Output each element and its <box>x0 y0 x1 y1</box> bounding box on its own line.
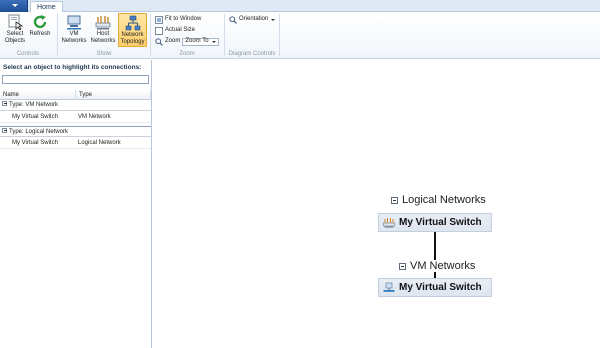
group-label: Type: VM Network <box>9 102 59 108</box>
orientation-dropdown[interactable]: Orientation <box>229 15 276 24</box>
zoom-dropdown-value: Zoom To <box>185 38 209 44</box>
search-input[interactable] <box>2 75 149 84</box>
select-objects-icon <box>8 14 23 30</box>
refresh-icon <box>33 15 47 29</box>
cell-name: My Virtual Switch <box>12 140 58 146</box>
diagram-controls-group: Orientation Diagram Controls <box>225 12 279 59</box>
vm-network-node[interactable]: My Virtual Switch <box>378 278 492 297</box>
logical-networks-title: Logical Networks <box>402 194 486 206</box>
cell-type: Logical Network <box>78 140 121 146</box>
show-group-label: Show <box>96 51 112 57</box>
logical-network-node-label: My Virtual Switch <box>399 217 482 228</box>
column-header-type[interactable]: Type <box>76 90 151 100</box>
actual-size-icon <box>155 26 163 35</box>
zoom-label: Zoom <box>165 38 181 44</box>
chevron-down-icon <box>271 18 276 21</box>
host-networks-label: Host Networks <box>90 31 116 44</box>
chevron-down-icon <box>211 40 216 43</box>
network-topology-icon <box>125 15 140 31</box>
ribbon: Select Objects Refresh Controls VM Netwo… <box>0 12 600 59</box>
object-list-panel: Select an object to highlight its connec… <box>0 60 152 348</box>
magnifier-icon <box>229 15 237 24</box>
diagram-controls-group-label: Diagram Controls <box>228 51 276 57</box>
vm-networks-title: VM Networks <box>410 260 476 272</box>
chevron-down-icon <box>12 4 18 7</box>
fit-to-window-button[interactable]: Fit to Window <box>155 15 201 24</box>
show-group: VM Networks Host Networks Network Topolo… <box>58 12 150 59</box>
column-header-name[interactable]: Name <box>0 90 76 100</box>
controls-group-label: Controls <box>16 51 40 57</box>
fit-to-window-icon <box>155 15 163 24</box>
topology-diagram[interactable]: Logical Networks My Virtual Switch VM Ne… <box>153 60 600 348</box>
group-label: Type: Logical Network <box>9 129 69 135</box>
collapse-icon[interactable] <box>391 196 398 204</box>
vm-networks-label: VM Networks <box>61 31 87 44</box>
host-networks-button[interactable]: Host Networks <box>89 14 117 44</box>
vm-networks-icon <box>383 282 395 292</box>
controls-group: Select Objects Refresh Controls <box>0 12 56 59</box>
vm-networks-button[interactable]: VM Networks <box>60 14 88 44</box>
host-networks-icon <box>95 16 111 30</box>
logical-network-node[interactable]: My Virtual Switch <box>378 213 492 232</box>
fit-to-window-label: Fit to Window <box>165 16 202 22</box>
cell-type: VM Network <box>78 114 111 120</box>
network-topology-label: Network Topology <box>120 32 145 45</box>
zoom-group: Fit to Window Actual Size Zoom Zoom To Z… <box>151 12 223 59</box>
vm-network-node-label: My Virtual Switch <box>399 282 482 293</box>
zoom-group-label: Zoom <box>179 51 195 57</box>
host-networks-icon <box>383 218 395 228</box>
zoom-dropdown[interactable]: Zoom To <box>182 37 219 46</box>
group-divider <box>279 14 280 56</box>
vm-networks-header[interactable]: VM Networks <box>399 260 476 272</box>
network-topology-button[interactable]: Network Topology <box>118 13 147 47</box>
group-row-vm-network[interactable]: Type: VM Network <box>0 100 151 111</box>
select-objects-button[interactable]: Select Objects <box>3 14 27 44</box>
orientation-label: Orientation <box>239 16 269 22</box>
refresh-label: Refresh <box>29 31 51 37</box>
actual-size-label: Actual Size <box>165 27 196 33</box>
logical-networks-header[interactable]: Logical Networks <box>391 194 486 206</box>
collapse-icon[interactable] <box>2 127 7 133</box>
panel-title: Select an object to highlight its connec… <box>3 64 142 71</box>
zoom-control: Zoom Zoom To <box>155 37 219 46</box>
cell-name: My Virtual Switch <box>12 114 58 120</box>
collapse-icon[interactable] <box>399 262 406 270</box>
collapse-icon[interactable] <box>2 100 7 106</box>
refresh-button[interactable]: Refresh <box>28 14 52 38</box>
table-row[interactable]: My Virtual Switch Logical Network <box>0 138 151 149</box>
magnifier-icon <box>155 37 163 46</box>
application-menu-button[interactable] <box>0 0 28 12</box>
ribbon-tab-bar: Home <box>0 0 600 13</box>
select-objects-label: Select Objects <box>4 31 26 44</box>
table-row[interactable]: My Virtual Switch VM Network <box>0 112 151 123</box>
vm-networks-icon <box>67 15 81 30</box>
actual-size-button[interactable]: Actual Size <box>155 26 195 35</box>
group-row-logical-network[interactable]: Type: Logical Network <box>0 126 151 137</box>
